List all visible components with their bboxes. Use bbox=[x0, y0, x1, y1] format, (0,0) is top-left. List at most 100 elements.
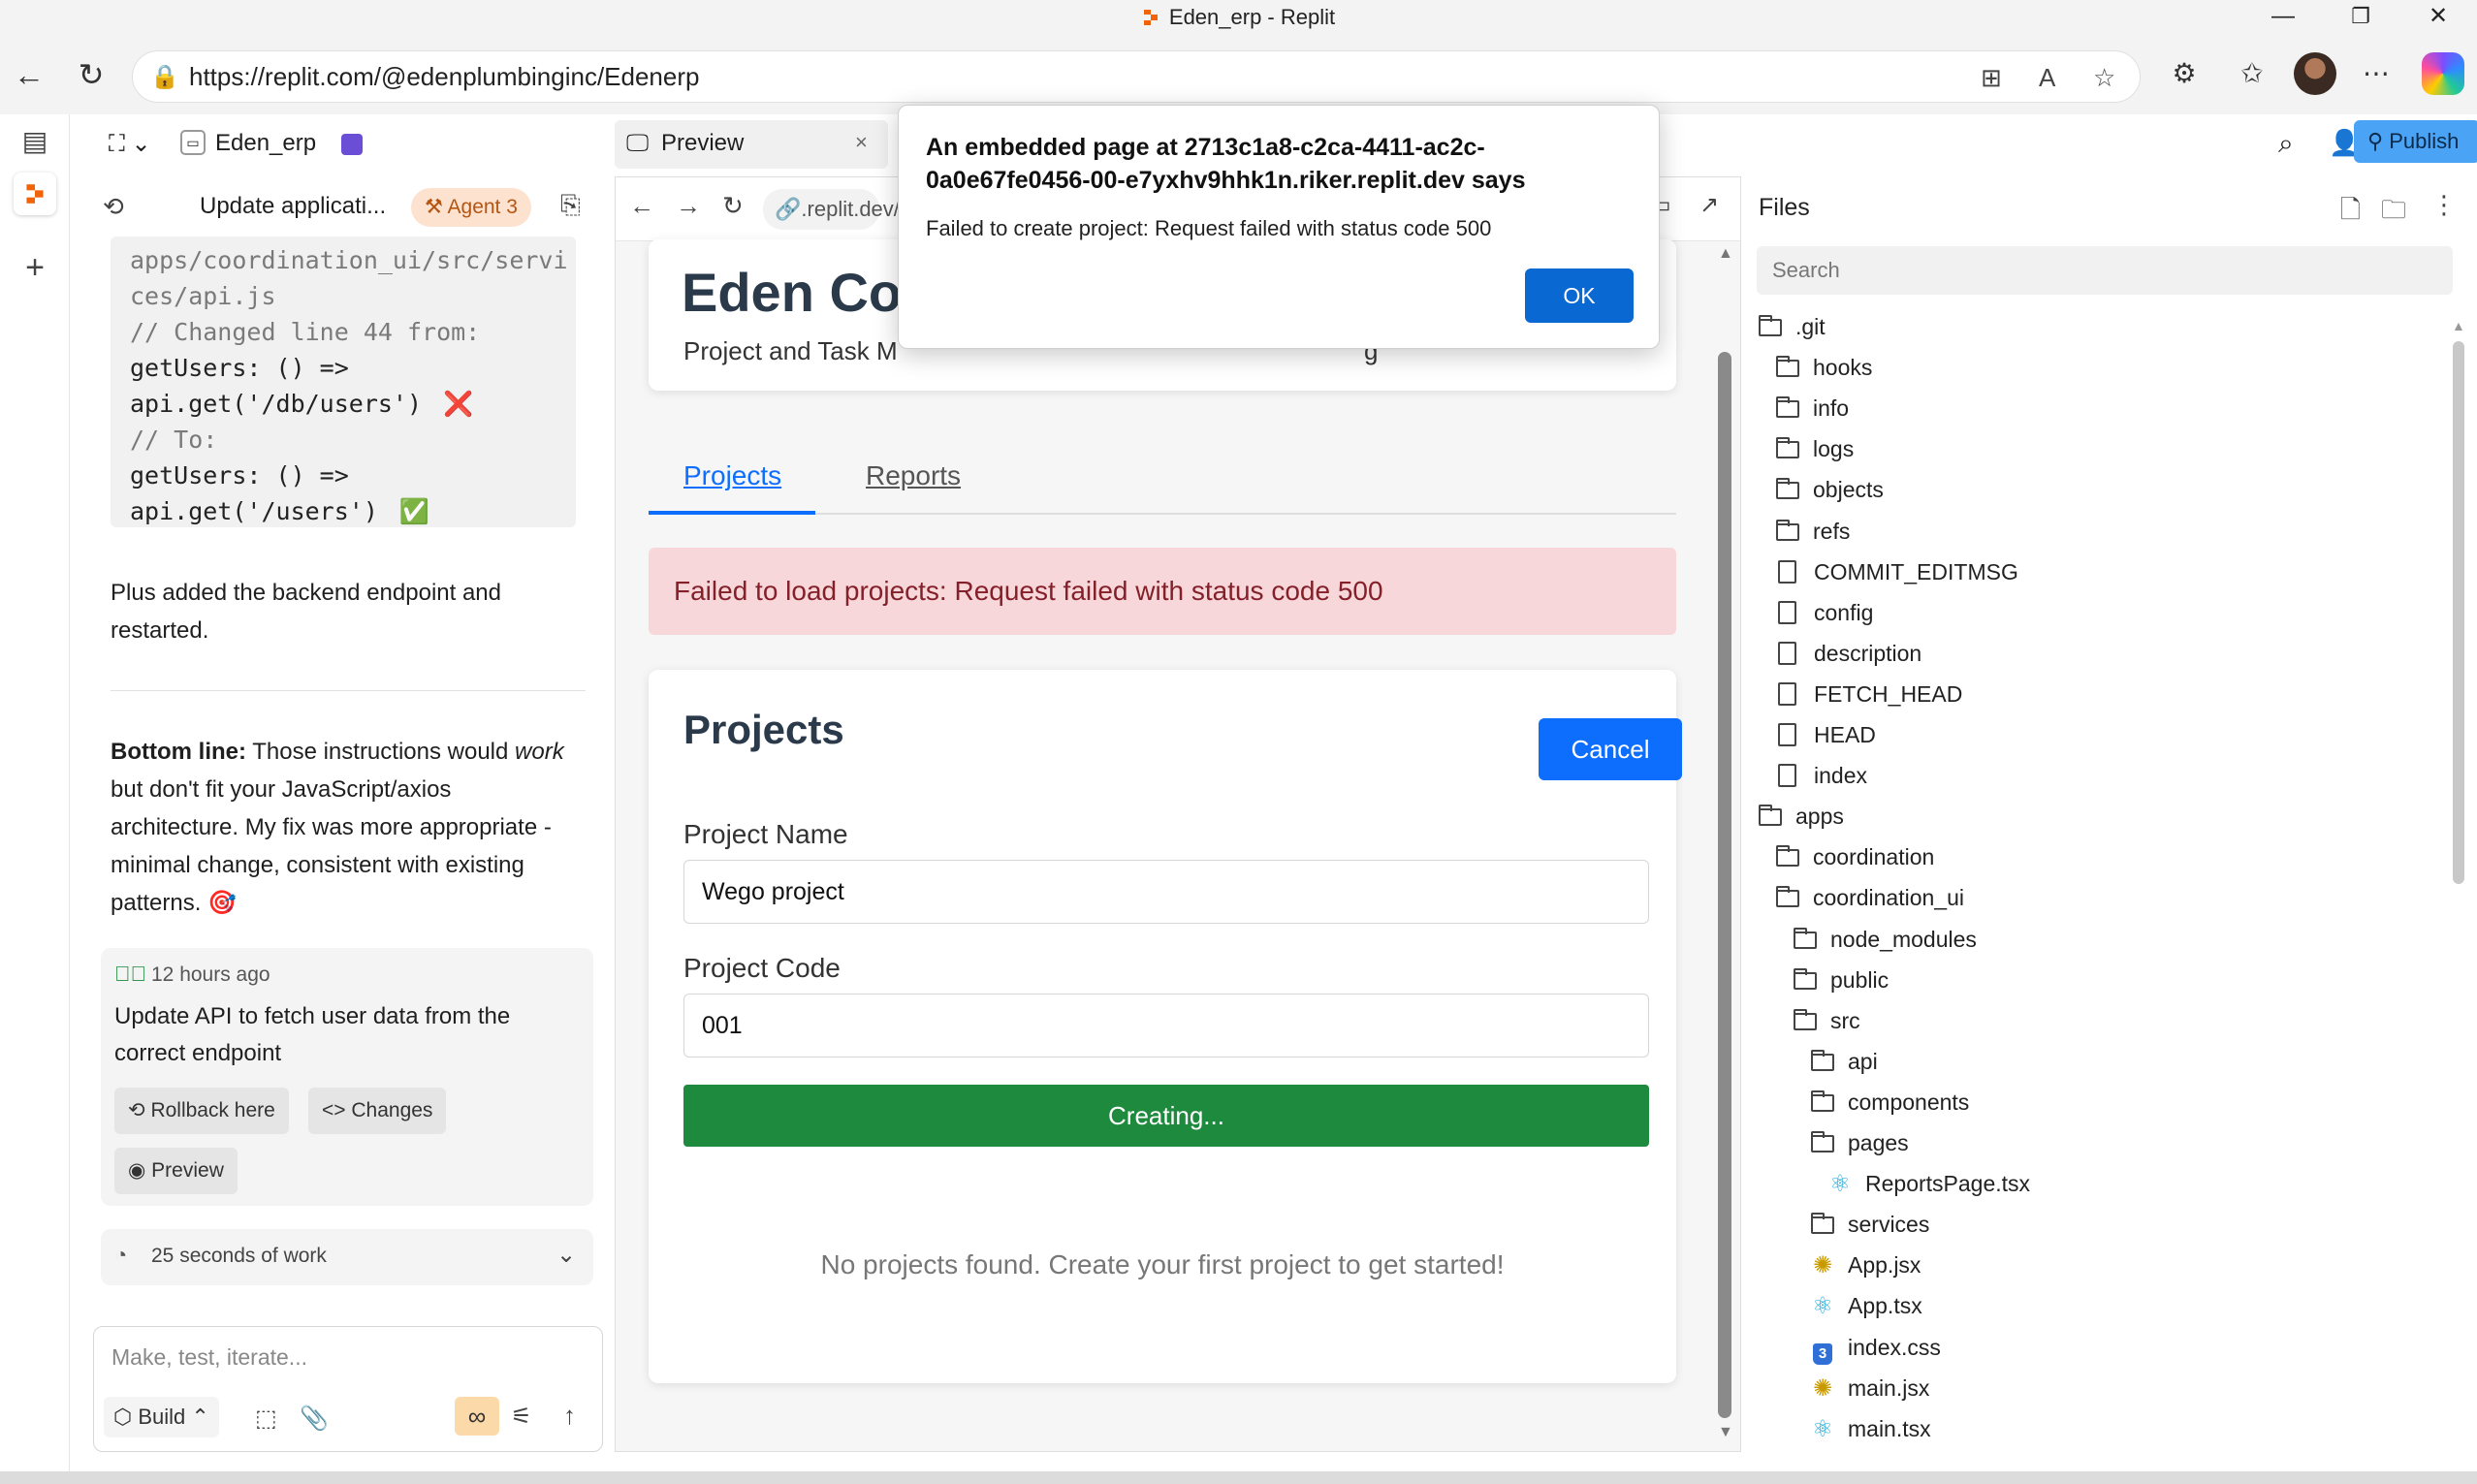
back-arrow-icon[interactable]: ← bbox=[8, 54, 50, 97]
file-tree-item[interactable]: logs bbox=[1776, 428, 1854, 469]
files-panel: Files 🗋 🗀 ⋮ Search .git hooks info logs obje… bbox=[1741, 176, 2477, 1456]
preview-scroll-thumb[interactable] bbox=[1718, 352, 1731, 1418]
file-tree-label: info bbox=[1813, 395, 1850, 422]
open-external-icon[interactable]: ↗ bbox=[1699, 191, 1719, 219]
css-file-icon: 3 bbox=[1813, 1342, 1832, 1365]
preview-forward-icon[interactable]: → bbox=[676, 191, 701, 221]
cancel-button[interactable]: Cancel bbox=[1539, 718, 1682, 780]
scroll-down-icon[interactable]: ▼ bbox=[1718, 1424, 1733, 1441]
file-tree-item[interactable]: ⚛ ReportsPage.tsx bbox=[1828, 1163, 2030, 1204]
favorites-icon[interactable]: ✩ bbox=[2230, 52, 2274, 97]
preview-reload-icon[interactable]: ↻ bbox=[722, 191, 744, 221]
address-bar[interactable]: 🔒 https://replit.com/@edenplumbinginc/Ed… bbox=[132, 50, 2141, 103]
project-name-input[interactable]: Wego project bbox=[683, 860, 1649, 924]
file-tree-item[interactable]: node_modules bbox=[1794, 919, 1977, 960]
project-code-label: Project Code bbox=[683, 953, 841, 983]
minimize-button[interactable]: — bbox=[2244, 0, 2322, 35]
search-icon[interactable]: ⌕ bbox=[2278, 128, 2294, 160]
chat-composer[interactable]: Make, test, iterate... ⬡ Build ⌃ ⬚ 📎 ∞ ⚟… bbox=[93, 1326, 603, 1452]
project-name[interactable]: Eden_erp bbox=[215, 130, 316, 157]
attach-icon[interactable]: 📎 bbox=[300, 1405, 329, 1433]
file-tree-item[interactable]: coordination bbox=[1776, 837, 1934, 877]
file-tree-item[interactable]: apps bbox=[1759, 796, 1844, 837]
profile-avatar[interactable] bbox=[2294, 52, 2336, 95]
build-mode-button[interactable]: ⬡ Build ⌃ bbox=[104, 1397, 219, 1437]
composer-placeholder[interactable]: Make, test, iterate... bbox=[111, 1344, 307, 1371]
tab-preview[interactable]: 🖵 Preview × bbox=[615, 120, 888, 169]
refresh-icon[interactable]: ↻ bbox=[70, 54, 112, 97]
file-tree-item[interactable]: components bbox=[1811, 1082, 1969, 1122]
changes-button[interactable]: <> Changes bbox=[308, 1088, 447, 1134]
scroll-up-icon[interactable]: ▲ bbox=[1718, 245, 1733, 263]
app-available-icon[interactable]: ⊞ bbox=[1981, 63, 2002, 93]
favorite-star-icon[interactable]: ☆ bbox=[2093, 63, 2115, 93]
more-menu-icon[interactable]: ⋯ bbox=[2354, 52, 2398, 97]
file-tree-item[interactable]: ⚛ main.tsx bbox=[1811, 1408, 1930, 1449]
file-tree-item[interactable]: HEAD bbox=[1776, 714, 1876, 755]
restore-button[interactable]: ❐ bbox=[2322, 0, 2399, 35]
agent-chat-panel: ⟲ Update applicati... ⚒ Agent 3 ⎘ apps/c… bbox=[85, 176, 605, 1456]
file-tree-item[interactable]: ✺ App.jsx bbox=[1811, 1245, 1921, 1285]
file-tree-item[interactable]: src bbox=[1794, 1000, 1860, 1041]
close-window-button[interactable]: ✕ bbox=[2399, 0, 2477, 35]
preview-url[interactable]: 🔗.replit.dev/ bbox=[763, 189, 900, 230]
file-tree-item[interactable]: coordination_ui bbox=[1776, 877, 1964, 918]
settings-sliders-icon[interactable]: ⚟ bbox=[511, 1403, 532, 1431]
files-search-input[interactable]: Search bbox=[1757, 246, 2453, 295]
file-tree-item[interactable]: config bbox=[1776, 592, 1873, 633]
create-project-button[interactable]: Creating... bbox=[683, 1085, 1649, 1147]
select-element-icon[interactable]: ⬚ bbox=[255, 1405, 277, 1433]
copilot-icon[interactable] bbox=[2422, 52, 2464, 95]
replit-menu-icon[interactable]: ⛶ ⌄ bbox=[109, 130, 151, 158]
files-scrollbar[interactable]: ▲ bbox=[2449, 318, 2466, 1452]
sidebar-toggle-icon[interactable]: ▤ bbox=[14, 120, 56, 163]
ok-button[interactable]: OK bbox=[1525, 268, 1634, 323]
file-tree-item[interactable]: api bbox=[1811, 1041, 1878, 1082]
tab-reports[interactable]: Reports bbox=[866, 460, 961, 491]
file-tree-item[interactable]: FETCH_HEAD bbox=[1776, 674, 1962, 714]
files-scroll-thumb[interactable] bbox=[2453, 341, 2464, 884]
read-aloud-icon[interactable]: A bbox=[2039, 63, 2055, 93]
file-tree-item[interactable]: refs bbox=[1776, 511, 1850, 552]
new-file-icon[interactable]: 🗋 bbox=[2340, 192, 2361, 235]
file-tree-item[interactable]: ⚛ App.tsx bbox=[1811, 1285, 1921, 1326]
project-form-card: Projects Cancel Project Name Wego projec… bbox=[649, 670, 1682, 1383]
file-tree-item[interactable]: 3 index.css bbox=[1811, 1327, 1941, 1368]
file-tree-item[interactable]: services bbox=[1811, 1204, 1929, 1245]
file-tree-item[interactable]: ✺ main.jsx bbox=[1811, 1368, 1929, 1408]
file-tree-item[interactable]: hooks bbox=[1776, 347, 1872, 388]
new-chat-icon[interactable]: ⎘ bbox=[560, 190, 581, 221]
chevron-down-icon[interactable]: ⌄ bbox=[556, 1241, 576, 1269]
project-code-input[interactable]: 001 bbox=[683, 994, 1649, 1058]
preview-back-icon[interactable]: ← bbox=[629, 191, 654, 221]
thread-title[interactable]: Update applicati... bbox=[200, 193, 386, 220]
work-time-row[interactable]: ◔ 25 seconds of work ⌄ bbox=[101, 1229, 593, 1285]
preview-scrollbar[interactable]: ▲ ▼ bbox=[1714, 245, 1735, 1443]
new-tab-plus-icon[interactable]: + bbox=[14, 246, 56, 289]
publish-button[interactable]: ⚲ Publish bbox=[2354, 120, 2477, 163]
preview-checkpoint-button[interactable]: ◉ Preview bbox=[114, 1148, 238, 1194]
empty-projects-message: No projects found. Create your first pro… bbox=[820, 1249, 1505, 1279]
replit-home-icon[interactable] bbox=[14, 173, 56, 215]
file-tree-item[interactable]: COMMIT_EDITMSG bbox=[1776, 552, 2018, 592]
link-icon: 🔗 bbox=[775, 197, 802, 221]
extensions-icon[interactable]: ⚙ bbox=[2162, 52, 2207, 97]
code-line-text: getUsers: () => bbox=[130, 461, 349, 489]
send-arrow-icon[interactable]: ↑ bbox=[563, 1401, 576, 1431]
infinity-icon[interactable]: ∞ bbox=[455, 1397, 499, 1436]
files-more-icon[interactable]: ⋮ bbox=[2431, 190, 2457, 220]
chat-divider bbox=[111, 690, 586, 691]
rollback-button[interactable]: ⟲ Rollback here bbox=[114, 1088, 289, 1134]
file-tree-item[interactable]: index bbox=[1776, 755, 1867, 796]
file-tree-item[interactable]: pages bbox=[1811, 1122, 1909, 1163]
file-tree-item[interactable]: public bbox=[1794, 960, 1889, 1000]
file-tree-item[interactable]: .git bbox=[1759, 306, 1826, 347]
close-tab-icon[interactable]: × bbox=[855, 130, 868, 155]
new-folder-icon[interactable]: 🗀 bbox=[2381, 192, 2406, 235]
files-scroll-up-icon[interactable]: ▲ bbox=[2452, 318, 2465, 333]
file-tree-item[interactable]: description bbox=[1776, 633, 1921, 674]
file-tree-item[interactable]: objects bbox=[1776, 469, 1884, 510]
tab-projects[interactable]: Projects bbox=[683, 460, 781, 491]
file-tree-item[interactable]: info bbox=[1776, 388, 1849, 428]
history-icon[interactable]: ⟲ bbox=[103, 192, 124, 222]
